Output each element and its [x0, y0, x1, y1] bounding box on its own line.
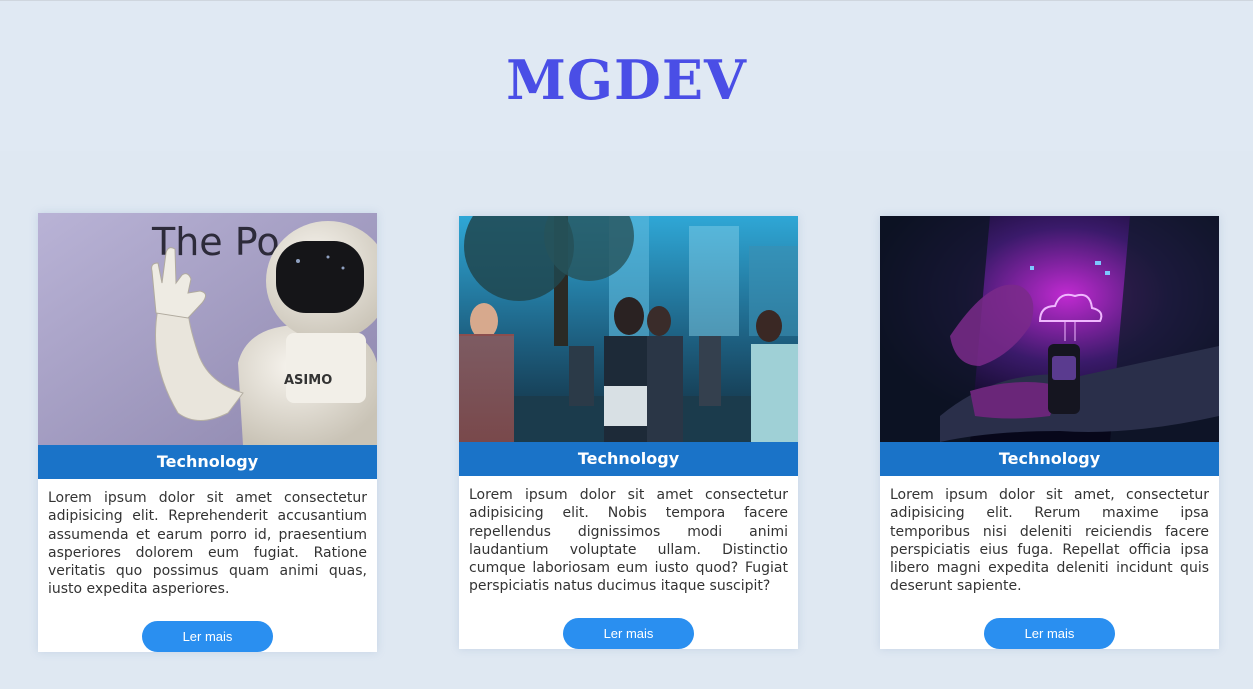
city-people-phones-image: [459, 216, 798, 442]
smartwatch-cloud-hologram-image: [880, 216, 1219, 442]
read-more-button[interactable]: Ler mais: [563, 618, 694, 649]
card-city: Technology Lorem ipsum dolor sit amet co…: [459, 216, 798, 649]
category-label: Technology: [459, 442, 798, 476]
category-label: Technology: [880, 442, 1219, 476]
card-robot: The Po ASIMO Technology Lorem ipsum dolo…: [38, 213, 377, 652]
page: MGDEV The Po ASIMO Technology Lorem ipsu…: [0, 0, 1253, 689]
card-description: Lorem ipsum dolor sit amet consectetur a…: [469, 487, 788, 595]
header: MGDEV: [0, 1, 1253, 151]
asimo-robot-image: The Po ASIMO: [38, 213, 377, 445]
card-smartwatch: Technology Lorem ipsum dolor sit amet, c…: [880, 216, 1219, 649]
category-label: Technology: [38, 445, 377, 479]
site-title: MGDEV: [506, 48, 747, 112]
card-description: Lorem ipsum dolor sit amet consectetur a…: [48, 490, 367, 598]
card-description: Lorem ipsum dolor sit amet, consectetur …: [890, 487, 1209, 595]
asimo-logo-text: ASIMO: [284, 373, 332, 388]
read-more-button[interactable]: Ler mais: [984, 618, 1115, 649]
read-more-button[interactable]: Ler mais: [142, 621, 273, 652]
